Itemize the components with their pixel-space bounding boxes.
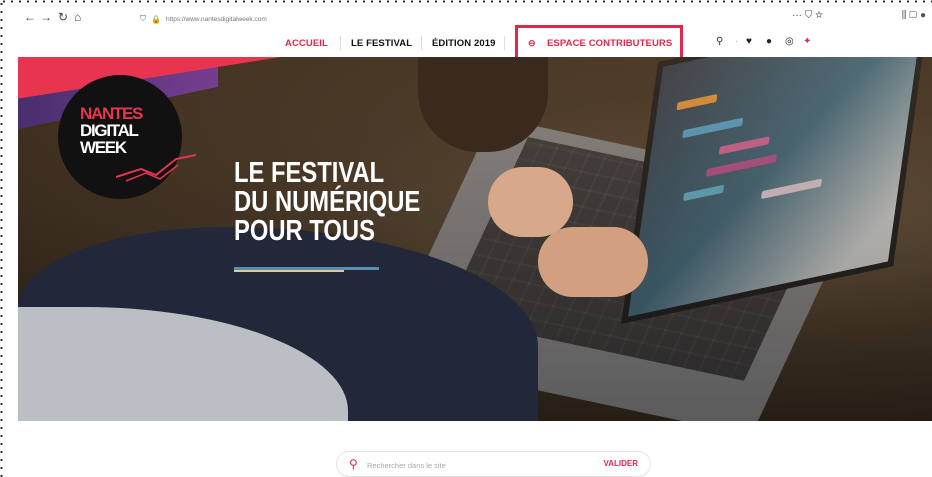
arrow-right-icon[interactable]: →	[40, 11, 52, 23]
nav-item-edition-2019[interactable]: ÉDITION 2019	[432, 38, 496, 49]
nantes-digital-week-logo[interactable]: NANTES DIGITAL WEEK	[58, 75, 196, 199]
search-icon[interactable]: ⚲	[716, 37, 723, 47]
nav-divider	[421, 36, 422, 50]
hand-image	[488, 167, 573, 237]
arrow-left-icon[interactable]: ←	[24, 11, 36, 23]
url-bar[interactable]: ⛉ 🔒 https://www.nantesdigitalweek.com	[140, 12, 790, 26]
home-icon[interactable]: ⌂	[74, 11, 81, 23]
separator-dot: ·	[735, 37, 738, 46]
screenshot-border-left	[0, 0, 3, 477]
padlock-icon: 🔒	[151, 14, 161, 24]
instagram-icon[interactable]: ◎	[785, 37, 794, 47]
nav-item-le-festival[interactable]: LE FESTIVAL	[351, 38, 412, 49]
hand-image	[538, 227, 648, 297]
hero-banner: NANTES DIGITAL WEEK LE FESTIVAL DU NUMÉR…	[18, 57, 932, 421]
site-search: ⚲ VALIDER	[336, 451, 651, 477]
browser-chrome: ← → ↻ ⌂ ⛉ 🔒 https://www.nantesdigitalwee…	[0, 0, 932, 30]
twitter-icon[interactable]: ♥	[746, 37, 752, 47]
nav-item-accueil[interactable]: ACCUEIL	[285, 38, 328, 49]
validate-button[interactable]: VALIDER	[603, 459, 638, 468]
facebook-icon[interactable]: ●	[766, 37, 772, 47]
search-input[interactable]	[367, 458, 567, 472]
page-actions-icons[interactable]: ··· ⛉ ☆	[792, 10, 823, 21]
hero-headline: LE FESTIVAL DU NUMÉRIQUE POUR TOUS	[234, 157, 421, 247]
nav-divider	[504, 36, 505, 50]
toolbar-icons[interactable]: ⫼ ▢ ●	[902, 10, 926, 21]
url-text: https://www.nantesdigitalweek.com	[165, 15, 267, 23]
shield-icon: ⛉	[140, 14, 146, 23]
search-icon: ⚲	[349, 457, 358, 471]
nav-divider	[340, 36, 341, 50]
logo-swoosh-icon	[116, 154, 196, 182]
logo-bird-icon[interactable]: ✦	[803, 37, 811, 47]
headline-underline	[234, 270, 344, 272]
reload-icon[interactable]: ↻	[58, 11, 68, 23]
